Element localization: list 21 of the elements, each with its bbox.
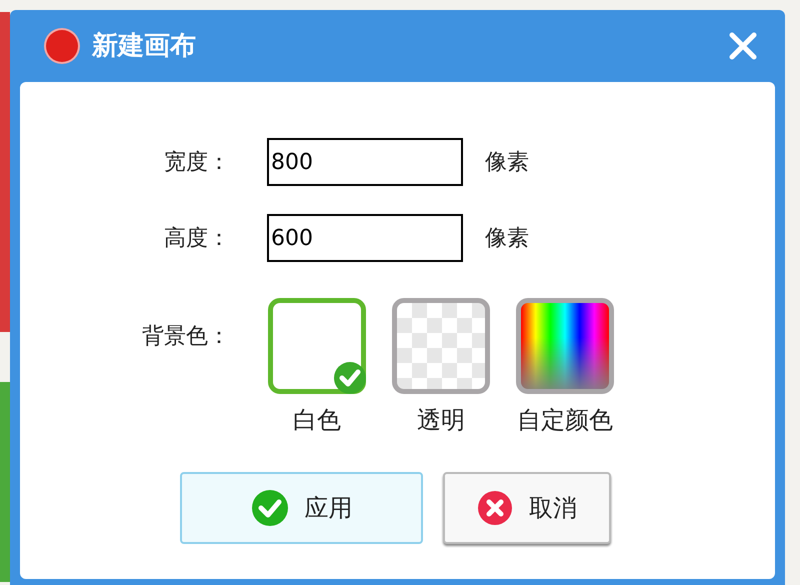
swatch-label: 自定颜色 (517, 405, 613, 436)
close-circle-icon (477, 490, 513, 526)
input-field[interactable]: 800 (267, 138, 463, 186)
field-label: 背景色： (141, 323, 230, 351)
field-label: 高度： (163, 224, 230, 252)
close-icon (728, 31, 758, 61)
check-badge-icon (333, 361, 367, 395)
field-label: 宽度： (163, 148, 230, 176)
color-spectrum-swatch[interactable] (516, 298, 614, 394)
transparent-swatch[interactable] (392, 298, 490, 394)
unit-label: 像素 (485, 148, 529, 176)
plain-swatch[interactable] (268, 298, 366, 394)
apply-button[interactable]: 应用 (180, 472, 423, 544)
check-icon (250, 489, 288, 527)
swatch-label: 透明 (417, 405, 465, 436)
unit-label: 像素 (485, 224, 529, 252)
swatch-label: 白色 (293, 405, 341, 436)
input-field[interactable]: 600 (267, 214, 463, 262)
cancel-button[interactable]: 取消 (443, 472, 611, 544)
app-logo-icon (44, 28, 80, 64)
window-title: 新建画布 (92, 30, 196, 62)
